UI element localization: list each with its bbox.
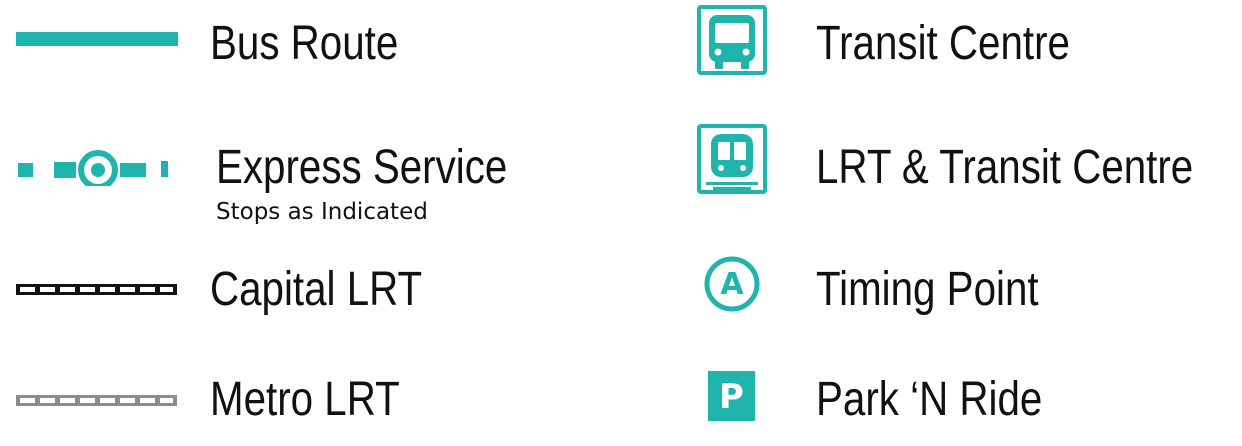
park-n-ride-marker: P [719, 377, 744, 417]
solid-route-line-icon [16, 32, 178, 46]
timing-point-icon: A [702, 254, 762, 314]
timing-point-label: Timing Point [816, 263, 1039, 316]
legend-item-bus-route: Bus Route [0, 0, 620, 100]
metro-lrt-label: Metro LRT [210, 373, 400, 426]
capital-lrt-label: Capital LRT [210, 263, 423, 316]
park-n-ride-label: Park ‘N Ride [816, 373, 1043, 426]
express-service-sublabel: Stops as Indicated [216, 199, 428, 225]
legend-item-lrt-transit-centre: LRT & Transit Centre [640, 120, 1242, 220]
legend-item-timing-point: A Timing Point [640, 240, 1242, 330]
express-stop-icon [18, 132, 178, 186]
express-service-label: Express Service [216, 141, 508, 194]
park-n-ride-icon: P [708, 371, 755, 421]
legend-item-metro-lrt: Metro LRT [0, 350, 620, 440]
bus-route-label: Bus Route [210, 17, 399, 70]
capital-lrt-track-icon [16, 284, 177, 295]
metro-lrt-track-icon [16, 395, 177, 406]
lrt-transit-centre-label: LRT & Transit Centre [816, 141, 1194, 194]
legend-item-capital-lrt: Capital LRT [0, 240, 620, 330]
lrt-transit-centre-icon [697, 124, 767, 194]
legend-item-transit-centre: Transit Centre [640, 0, 1242, 100]
transit-centre-label: Transit Centre [816, 17, 1070, 70]
legend-item-express-service: Express Service Stops as Indicated [0, 120, 620, 230]
map-legend: Bus Route Express Service Stops as Indic… [0, 0, 1242, 446]
timing-point-marker: A [720, 267, 744, 302]
bus-transit-centre-icon [697, 5, 767, 75]
legend-item-park-n-ride: P Park ‘N Ride [640, 350, 1242, 440]
